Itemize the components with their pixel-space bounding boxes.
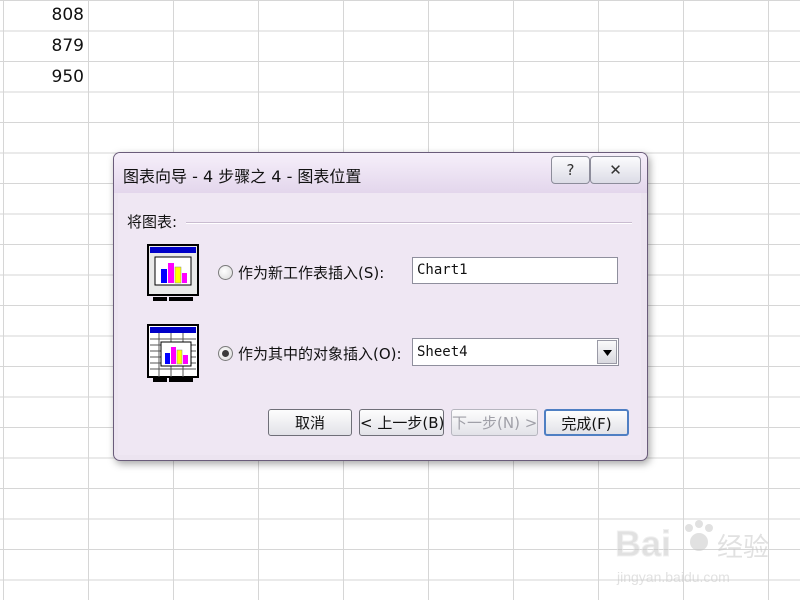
- dropdown-arrow-icon: [603, 350, 612, 356]
- cell-value[interactable]: 808: [0, 0, 84, 30]
- group-divider: [186, 222, 632, 224]
- embedded-object-label[interactable]: 作为其中的对象插入(O):: [238, 343, 402, 364]
- dialog-title: 图表向导 - 4 步骤之 4 - 图表位置: [123, 167, 362, 186]
- chart-wizard-dialog: 图表向导 - 4 步骤之 4 - 图表位置 ? ✕ 将图表: 作为新工作表插入(…: [113, 152, 648, 461]
- new-sheet-radio[interactable]: [218, 265, 233, 280]
- close-icon: ✕: [609, 161, 622, 179]
- dialog-titlebar[interactable]: 图表向导 - 4 步骤之 4 - 图表位置 ? ✕: [114, 153, 647, 193]
- target-sheet-select[interactable]: Sheet4: [412, 338, 619, 366]
- next-button[interactable]: 下一步(N) >: [451, 409, 538, 436]
- paw-icon: [685, 520, 713, 551]
- watermark-brand-cn: 经验: [717, 533, 769, 563]
- finish-button[interactable]: 完成(F): [544, 409, 629, 436]
- dialog-body: 将图表: 作为新工作表插入(S): Chart1 作为其中的对象插入(O): S…: [118, 193, 641, 455]
- back-button[interactable]: < 上一步(B): [359, 409, 444, 436]
- cancel-button[interactable]: 取消: [268, 409, 352, 436]
- watermark-url: jingyan.baidu.com: [616, 569, 730, 585]
- new-sheet-label[interactable]: 作为新工作表插入(S):: [238, 262, 384, 283]
- embedded-chart-icon: [147, 323, 199, 383]
- group-label: 将图表:: [127, 213, 178, 231]
- embedded-object-radio[interactable]: [218, 346, 233, 361]
- watermark-brand: Bai: [615, 523, 671, 564]
- new-sheet-name-input[interactable]: [412, 257, 618, 284]
- target-sheet-value: Sheet4: [417, 344, 468, 360]
- cell-value[interactable]: 950: [0, 62, 84, 92]
- new-sheet-chart-icon: [147, 243, 199, 303]
- cell-value[interactable]: 879: [0, 31, 84, 61]
- baidu-jingyan-watermark: Bai 经验 jingyan.baidu.com: [613, 512, 793, 594]
- close-button[interactable]: ✕: [590, 156, 641, 184]
- help-button[interactable]: ?: [551, 156, 590, 184]
- help-icon: ?: [566, 161, 575, 179]
- radio-selected-dot: [222, 350, 229, 357]
- dropdown-button[interactable]: [597, 340, 617, 364]
